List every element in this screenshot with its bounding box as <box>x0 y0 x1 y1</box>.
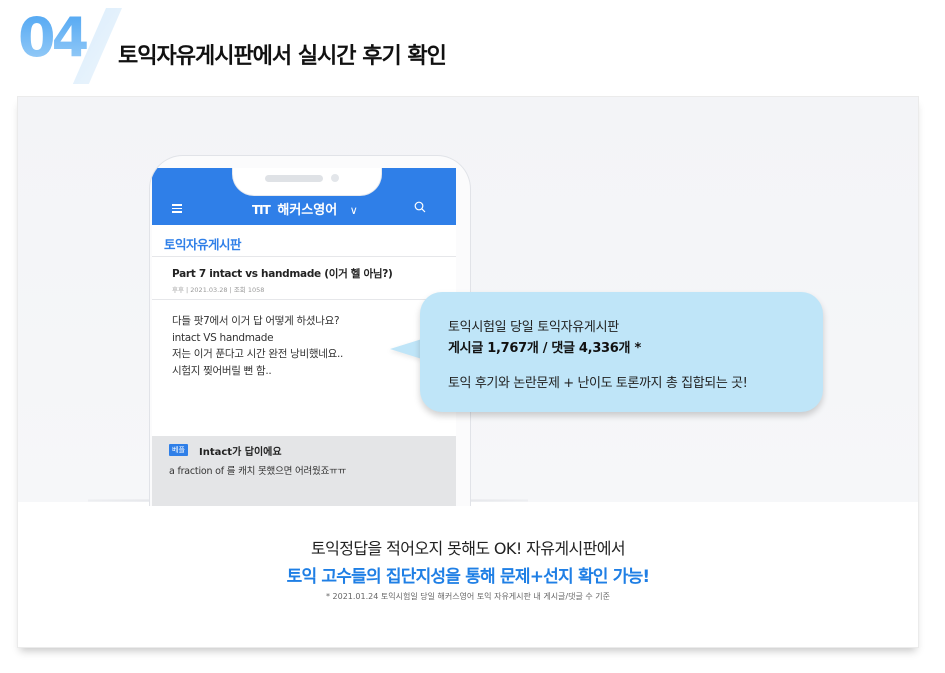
post-body-line: 저는 이거 푼다고 시간 완전 낭비했네요.. <box>172 348 344 360</box>
post-body: 다들 팟7에서 이거 답 어떻게 하셨나요? intact VS handmad… <box>172 313 343 379</box>
best-comment: 베플 Intact가 답이에요 a fraction of 를 캐치 못했으면 … <box>152 436 456 506</box>
best-comment-badge: 베플 <box>169 444 188 456</box>
app-logo[interactable]: TIT 해커스영어 ∨ <box>252 199 358 218</box>
post-meta: 후후 | 2021.03.28 | 조회 1058 <box>172 286 265 294</box>
comment-body: a fraction of 를 캐치 못했으면 어려웠죠ㅠㅠ <box>169 466 347 477</box>
section-number: 04 <box>18 6 88 69</box>
summary-highlight: 토익 고수들의 집단지성을 통해 문제+선지 확인 가능! <box>286 567 651 587</box>
post-body-line: intact VS handmade <box>172 331 274 344</box>
bubble-description: 토익 후기와 논란문제 + 난이도 토론까지 총 집합되는 곳! <box>448 376 748 391</box>
content-card: TIT 해커스영어 ∨ 토익자유게시판 Part 7 intact vs han… <box>18 97 918 647</box>
hamburger-menu-icon[interactable] <box>172 204 182 213</box>
summary-text: 토익정답을 적어오지 못해도 OK! 자유게시판에서 <box>311 539 626 558</box>
speech-bubble-tail <box>390 339 422 359</box>
front-camera <box>331 174 339 182</box>
section-header: 04 토익자유게시판에서 실시간 후기 확인 <box>0 0 945 95</box>
post-body-line: 시험지 찢어버릴 뻔 함.. <box>172 364 272 377</box>
logo-mark: TIT <box>252 203 271 217</box>
speech-bubble: 토익시험일 당일 토익자유게시판 게시글 1,767개 / 댓글 4,336개 … <box>420 292 823 412</box>
logo-text: 해커스영어 <box>277 203 338 218</box>
chevron-down-icon[interactable]: ∨ <box>350 204 358 217</box>
phone-notch <box>232 168 382 196</box>
board-title: 토익자유게시판 <box>164 237 242 252</box>
divider <box>152 256 456 257</box>
bubble-subtitle: 토익시험일 당일 토익자유게시판 <box>448 320 619 335</box>
phone-screen: TIT 해커스영어 ∨ 토익자유게시판 Part 7 intact vs han… <box>152 168 456 506</box>
post-title[interactable]: Part 7 intact vs handmade (이거 헬 아님?) <box>172 266 393 281</box>
section-number-badge: 04 <box>18 6 122 84</box>
bubble-stats: 게시글 1,767개 / 댓글 4,336개 * <box>448 341 641 356</box>
speaker-grille <box>265 175 323 182</box>
search-icon[interactable] <box>414 201 426 213</box>
section-title: 토익자유게시판에서 실시간 후기 확인 <box>118 44 447 69</box>
divider <box>152 299 456 300</box>
post-body-line: 다들 팟7에서 이거 답 어떻게 하셨나요? <box>172 315 340 327</box>
footnote: * 2021.01.24 토익시험일 당일 해커스영어 토익 자유게시판 내 게… <box>325 592 610 601</box>
comment-title: Intact가 답이에요 <box>199 447 282 458</box>
